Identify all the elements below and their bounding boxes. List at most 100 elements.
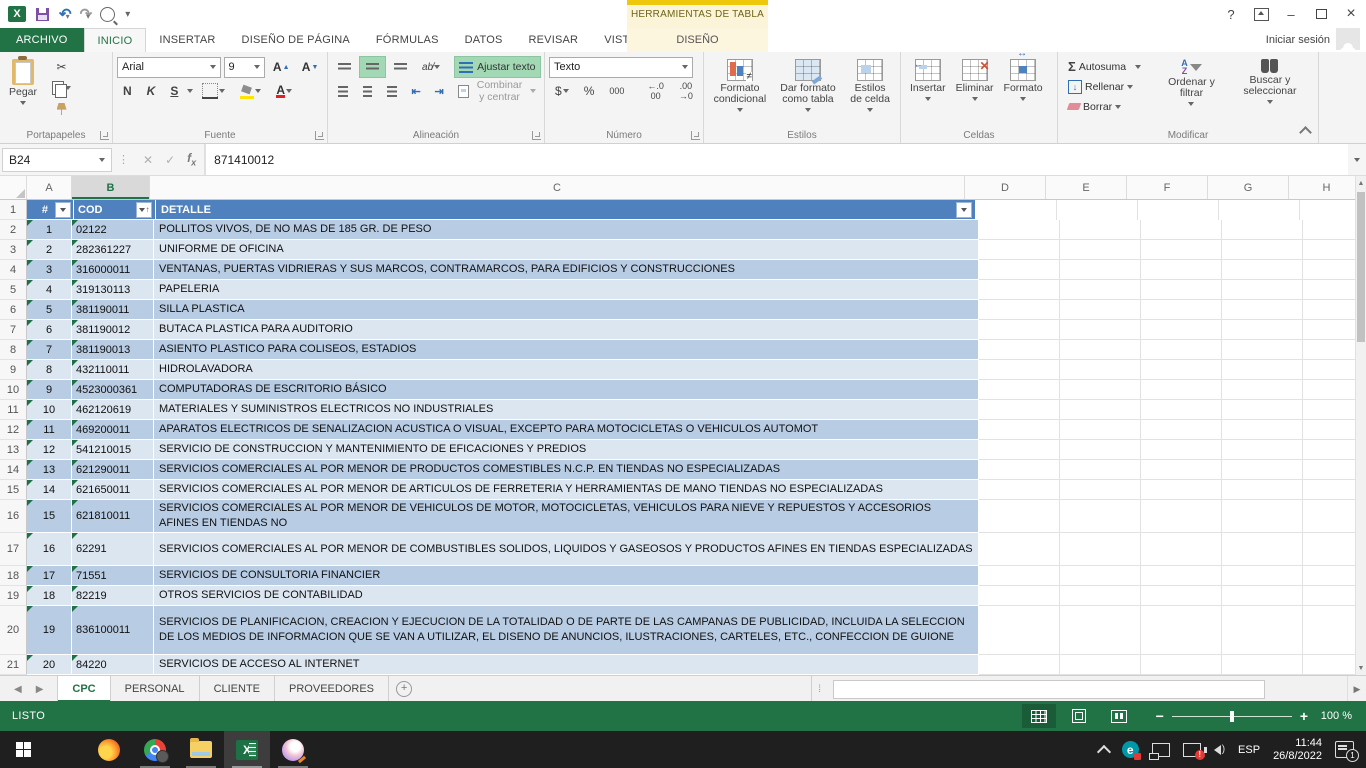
number-dialog-launcher[interactable]	[691, 131, 700, 140]
tab-formulas[interactable]: FÓRMULAS	[363, 28, 452, 52]
cell[interactable]	[1303, 655, 1356, 675]
cell[interactable]	[1303, 220, 1356, 240]
cell[interactable]	[1222, 566, 1303, 586]
increase-indent-button[interactable]: ⇥	[429, 81, 449, 101]
cell-num[interactable]: 4	[27, 280, 72, 300]
cell-detalle[interactable]: SERVICIOS DE PLANIFICACION, CREACION Y E…	[154, 606, 979, 655]
cell-detalle[interactable]: OTROS SERVICIOS DE CONTABILIDAD	[154, 586, 979, 606]
cell-cod[interactable]: 836100011	[72, 606, 154, 655]
cell[interactable]	[979, 320, 1060, 340]
cell-cod[interactable]: 462120619	[72, 400, 154, 420]
header-cell-num[interactable]: #	[27, 200, 74, 220]
cell[interactable]	[979, 400, 1060, 420]
print-preview-icon[interactable]	[100, 7, 115, 22]
paste-button[interactable]: Pegar	[4, 55, 42, 119]
cell-cod[interactable]: 469200011	[72, 420, 154, 440]
cell-detalle[interactable]: UNIFORME DE OFICINA	[154, 240, 979, 260]
wrap-text-button[interactable]: Ajustar texto	[455, 57, 539, 77]
ribbon-display-options-button[interactable]	[1246, 0, 1276, 28]
cell[interactable]	[1057, 200, 1138, 221]
cell[interactable]	[1303, 606, 1356, 655]
number-format-combo[interactable]: Texto	[549, 57, 693, 78]
cell-detalle[interactable]: VENTANAS, PUERTAS VIDRIERAS Y SUS MARCOS…	[154, 260, 979, 280]
filter-button-num[interactable]	[55, 202, 71, 218]
cell[interactable]	[979, 440, 1060, 460]
cell-num[interactable]: 15	[27, 500, 72, 533]
row-number[interactable]: 1	[0, 200, 27, 220]
customize-qat-button[interactable]: ▾	[125, 9, 130, 20]
page-layout-view-button[interactable]	[1062, 704, 1096, 728]
cell[interactable]	[1303, 400, 1356, 420]
row-number[interactable]: 13	[0, 440, 27, 460]
cell[interactable]	[979, 240, 1060, 260]
align-bottom-button[interactable]	[388, 57, 413, 77]
row-number[interactable]: 11	[0, 400, 27, 420]
cell[interactable]	[1141, 606, 1222, 655]
cell-num[interactable]: 20	[27, 655, 72, 675]
cell[interactable]	[1222, 533, 1303, 566]
language-indicator[interactable]: ESP	[1238, 744, 1260, 756]
cell[interactable]	[979, 380, 1060, 400]
cell-num[interactable]: 7	[27, 340, 72, 360]
header-cell-cod[interactable]: COD ↑	[74, 200, 156, 220]
cell[interactable]	[1060, 606, 1141, 655]
align-right-button[interactable]	[381, 81, 403, 101]
cell-cod[interactable]: 381190012	[72, 320, 154, 340]
cell[interactable]	[1141, 440, 1222, 460]
cell-detalle[interactable]: POLLITOS VIVOS, DE NO MAS DE 185 GR. DE …	[154, 220, 979, 240]
column-header-h[interactable]: H	[1289, 176, 1365, 199]
clock[interactable]: 11:44 26/8/2022	[1273, 737, 1322, 763]
tab-datos[interactable]: DATOS	[452, 28, 516, 52]
cell-num[interactable]: 16	[27, 533, 72, 566]
cell-detalle[interactable]: COMPUTADORAS DE ESCRITORIO BÁSICO	[154, 380, 979, 400]
row-number[interactable]: 10	[0, 380, 27, 400]
horizontal-scroll-thumb[interactable]	[833, 680, 1265, 699]
cell-detalle[interactable]: HIDROLAVADORA	[154, 360, 979, 380]
sheet-tab-cliente[interactable]: CLIENTE	[200, 676, 275, 702]
hidden-icons-chevron[interactable]	[1097, 744, 1111, 758]
column-header-g[interactable]: G	[1208, 176, 1289, 199]
clipboard-dialog-launcher[interactable]	[100, 131, 109, 140]
cell[interactable]	[1060, 340, 1141, 360]
name-box[interactable]: B24	[2, 148, 112, 172]
cell[interactable]	[1303, 260, 1356, 280]
cell-cod[interactable]: 381190013	[72, 340, 154, 360]
cell[interactable]	[1222, 280, 1303, 300]
row-number[interactable]: 2	[0, 220, 27, 240]
cell-cod[interactable]: 432110011	[72, 360, 154, 380]
cell[interactable]	[1141, 655, 1222, 675]
clear-button[interactable]: Borrar	[1062, 97, 1147, 116]
row-number[interactable]: 16	[0, 500, 27, 533]
cell[interactable]	[1141, 280, 1222, 300]
cell[interactable]	[1060, 420, 1141, 440]
cell[interactable]	[1303, 500, 1356, 533]
cell[interactable]	[1303, 380, 1356, 400]
cell[interactable]	[1141, 400, 1222, 420]
taskbar-paint[interactable]	[270, 731, 316, 768]
vertical-scroll-thumb[interactable]	[1357, 192, 1365, 342]
taskbar-chrome[interactable]	[132, 731, 178, 768]
autosum-button[interactable]: ΣAutosuma	[1062, 57, 1147, 76]
cell[interactable]	[1060, 320, 1141, 340]
decrease-indent-button[interactable]: ⇤	[406, 81, 426, 101]
currency-button[interactable]: $	[549, 81, 575, 101]
bold-button[interactable]: N	[117, 81, 138, 101]
cell-cod[interactable]: 4523000361	[72, 380, 154, 400]
cell-cod[interactable]: 381190011	[72, 300, 154, 320]
conditional-formatting-button[interactable]: Formato condicional	[708, 55, 772, 127]
tab-insertar[interactable]: INSERTAR	[146, 28, 228, 52]
new-sheet-button[interactable]: +	[389, 676, 419, 702]
underline-button[interactable]: S	[164, 81, 184, 101]
cell[interactable]	[1303, 420, 1356, 440]
cell[interactable]	[1222, 260, 1303, 280]
row-number[interactable]: 9	[0, 360, 27, 380]
cell[interactable]	[1222, 240, 1303, 260]
row-number[interactable]: 15	[0, 480, 27, 500]
font-dialog-launcher[interactable]	[315, 131, 324, 140]
cell-detalle[interactable]: BUTACA PLASTICA PARA AUDITORIO	[154, 320, 979, 340]
cell-detalle[interactable]: APARATOS ELECTRICOS DE SENALIZACION ACUS…	[154, 420, 979, 440]
cell[interactable]	[979, 533, 1060, 566]
cell[interactable]	[1303, 340, 1356, 360]
cell[interactable]	[1303, 320, 1356, 340]
row-number[interactable]: 4	[0, 260, 27, 280]
